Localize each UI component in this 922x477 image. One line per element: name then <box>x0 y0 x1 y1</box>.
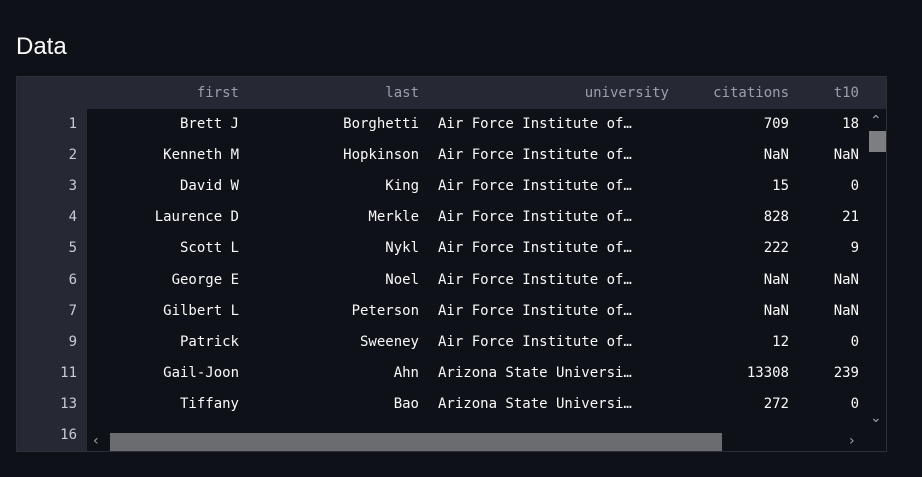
cell-t10[interactable]: 0 <box>789 389 859 420</box>
cell-last[interactable]: Merkle <box>239 202 419 233</box>
table-row[interactable]: 5 Scott L Nykl Air Force Institute of… 222 9 <box>17 233 886 264</box>
cell-university[interactable]: Air Force Institute of… <box>438 233 663 264</box>
cell-university[interactable]: Arizona State Universi… <box>438 358 663 389</box>
cell-university[interactable]: Air Force Institute of… <box>438 327 663 358</box>
cell-first[interactable]: Tiffany <box>87 389 239 420</box>
row-index: 4 <box>68 209 77 226</box>
vertical-scroll-thumb[interactable] <box>869 131 886 152</box>
cell-last[interactable]: Hopkinson <box>239 140 419 171</box>
row-index: 7 <box>68 302 77 319</box>
cell-first[interactable]: David W <box>87 171 239 202</box>
table-row[interactable]: 3 David W King Air Force Institute of… 15 0 <box>17 171 886 202</box>
column-header-t10[interactable]: t10 <box>789 77 859 109</box>
table-row[interactable]: 4 Laurence D Merkle Air Force Institute of…… <box>17 202 886 233</box>
column-header-first[interactable]: first <box>87 77 239 109</box>
cell-t10[interactable]: 0 <box>789 327 859 358</box>
vertical-scrollbar[interactable] <box>866 109 886 431</box>
table-row[interactable]: 6 George E Noel Air Force Institute of… NaN N… <box>17 265 886 296</box>
cell-first[interactable]: Kenneth M <box>87 140 239 171</box>
cell-university[interactable]: Air Force Institute of… <box>438 171 663 202</box>
cell-university[interactable]: Air Force Institute of… <box>438 265 663 296</box>
cell-citations[interactable]: NaN <box>669 265 789 296</box>
row-index: 3 <box>68 178 77 195</box>
cell-t10[interactable]: 21 <box>789 202 859 233</box>
column-header-citations[interactable]: citations <box>669 77 789 109</box>
cell-first[interactable]: George E <box>87 265 239 296</box>
cell-first[interactable]: Brett J <box>87 109 239 140</box>
cell-last[interactable]: Noel <box>239 265 419 296</box>
cell-t10[interactable]: 239 <box>789 358 859 389</box>
page-title: Data <box>16 33 67 60</box>
horizontal-scroll-thumb[interactable] <box>110 433 722 451</box>
row-index: 16 <box>60 427 77 443</box>
table-row[interactable]: 7 Gilbert L Peterson Air Force Institute of… <box>17 296 886 327</box>
cell-university[interactable]: Air Force Institute of… <box>438 296 663 327</box>
cell-first[interactable]: Patrick <box>87 327 239 358</box>
cell-citations[interactable]: 828 <box>669 202 789 233</box>
cell-t10[interactable]: 9 <box>789 233 859 264</box>
cell-last[interactable]: Borghetti <box>239 109 419 140</box>
cell-first[interactable]: Laurence D <box>87 202 239 233</box>
cell-last[interactable]: Ahn <box>239 358 419 389</box>
chevron-left-icon[interactable]: ‹ <box>93 434 99 448</box>
row-index: 11 <box>60 364 77 381</box>
cell-t10[interactable]: 18 <box>789 109 859 140</box>
table-row[interactable]: 9 Patrick Sweeney Air Force Institute of… 12… <box>17 327 886 358</box>
cell-citations[interactable]: 222 <box>669 233 789 264</box>
cell-first[interactable]: Scott L <box>87 233 239 264</box>
cell-t10[interactable]: NaN <box>789 296 859 327</box>
row-index: 1 <box>68 116 77 132</box>
cell-citations[interactable]: 12 <box>669 327 789 358</box>
cell-university[interactable]: Air Force Institute of… <box>438 202 663 233</box>
row-index: 6 <box>68 271 77 288</box>
cell-citations[interactable]: 13308 <box>669 358 789 389</box>
cell-citations[interactable]: 15 <box>669 171 789 202</box>
cell-university[interactable]: Air Force Institute of… <box>438 109 663 140</box>
cell-t10[interactable]: 0 <box>789 171 859 202</box>
cell-last[interactable]: Peterson <box>239 296 419 327</box>
cell-first[interactable]: Gail-Joon <box>87 358 239 389</box>
cell-university[interactable]: Air Force Institute of… <box>438 140 663 171</box>
column-header-last[interactable]: last <box>239 77 419 109</box>
cell-t10[interactable]: NaN <box>789 140 859 171</box>
cell-last[interactable]: Bao <box>239 389 419 420</box>
row-index: 13 <box>60 395 77 412</box>
chevron-up-icon[interactable]: ⌃ <box>870 114 882 128</box>
dataframe[interactable]: first last university citations t10 1 Bre… <box>16 76 887 452</box>
row-index: 2 <box>68 147 77 164</box>
table-row[interactable]: 13 Tiffany Bao Arizona State Universi… 272 0 <box>17 389 886 420</box>
column-header-university[interactable]: university <box>419 77 669 109</box>
cell-citations[interactable]: NaN <box>669 140 789 171</box>
cell-citations[interactable]: 272 <box>669 389 789 420</box>
chevron-right-icon[interactable]: › <box>849 434 855 448</box>
table-row[interactable]: 2 Kenneth M Hopkinson Air Force Institute o… <box>17 140 886 171</box>
table-header: first last university citations t10 <box>17 77 886 109</box>
cell-citations[interactable]: 709 <box>669 109 789 140</box>
table-row[interactable]: 11 Gail-Joon Ahn Arizona State Universi… 133… <box>17 358 886 389</box>
row-index: 5 <box>68 240 77 257</box>
cell-university[interactable]: Arizona State Universi… <box>438 389 663 420</box>
chevron-down-icon[interactable]: ⌄ <box>870 411 882 425</box>
cell-t10[interactable]: NaN <box>789 265 859 296</box>
table-row[interactable]: 1 Brett J Borghetti Air Force Institute of…… <box>17 109 886 140</box>
cell-last[interactable]: King <box>239 171 419 202</box>
cell-first[interactable]: Gilbert L <box>87 296 239 327</box>
cell-citations[interactable]: NaN <box>669 296 789 327</box>
row-index: 9 <box>68 333 77 350</box>
cell-last[interactable]: Sweeney <box>239 327 419 358</box>
cell-last[interactable]: Nykl <box>239 233 419 264</box>
